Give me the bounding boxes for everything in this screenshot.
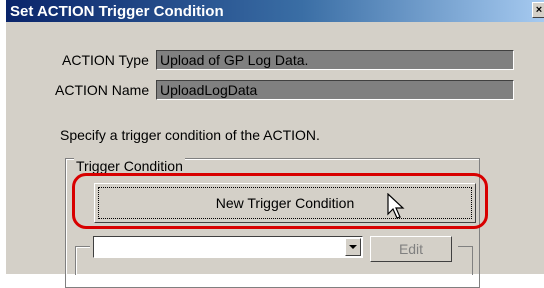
title-bar[interactable]: Set ACTION Trigger Condition ×	[6, 0, 544, 22]
action-name-label: ACTION Name	[55, 82, 150, 98]
red-highlight-annotation	[72, 173, 488, 229]
dialog-title: Set ACTION Trigger Condition	[10, 3, 224, 20]
inner-frame-left	[75, 246, 90, 275]
set-action-trigger-dialog: Set ACTION Trigger Condition × ACTION Ty…	[6, 0, 544, 288]
instruction-text: Specify a trigger condition of the ACTIO…	[60, 127, 320, 143]
trigger-condition-select[interactable]	[93, 236, 363, 258]
action-type-field: Upload of GP Log Data.	[156, 50, 514, 70]
inner-frame-right	[458, 246, 473, 275]
chevron-down-icon[interactable]	[345, 238, 361, 256]
action-type-label: ACTION Type	[62, 52, 149, 68]
arrow-pointer-icon	[387, 193, 405, 219]
edit-button[interactable]: Edit	[370, 236, 452, 262]
close-button[interactable]: ×	[532, 2, 544, 18]
action-name-field: UploadLogData	[156, 80, 514, 100]
